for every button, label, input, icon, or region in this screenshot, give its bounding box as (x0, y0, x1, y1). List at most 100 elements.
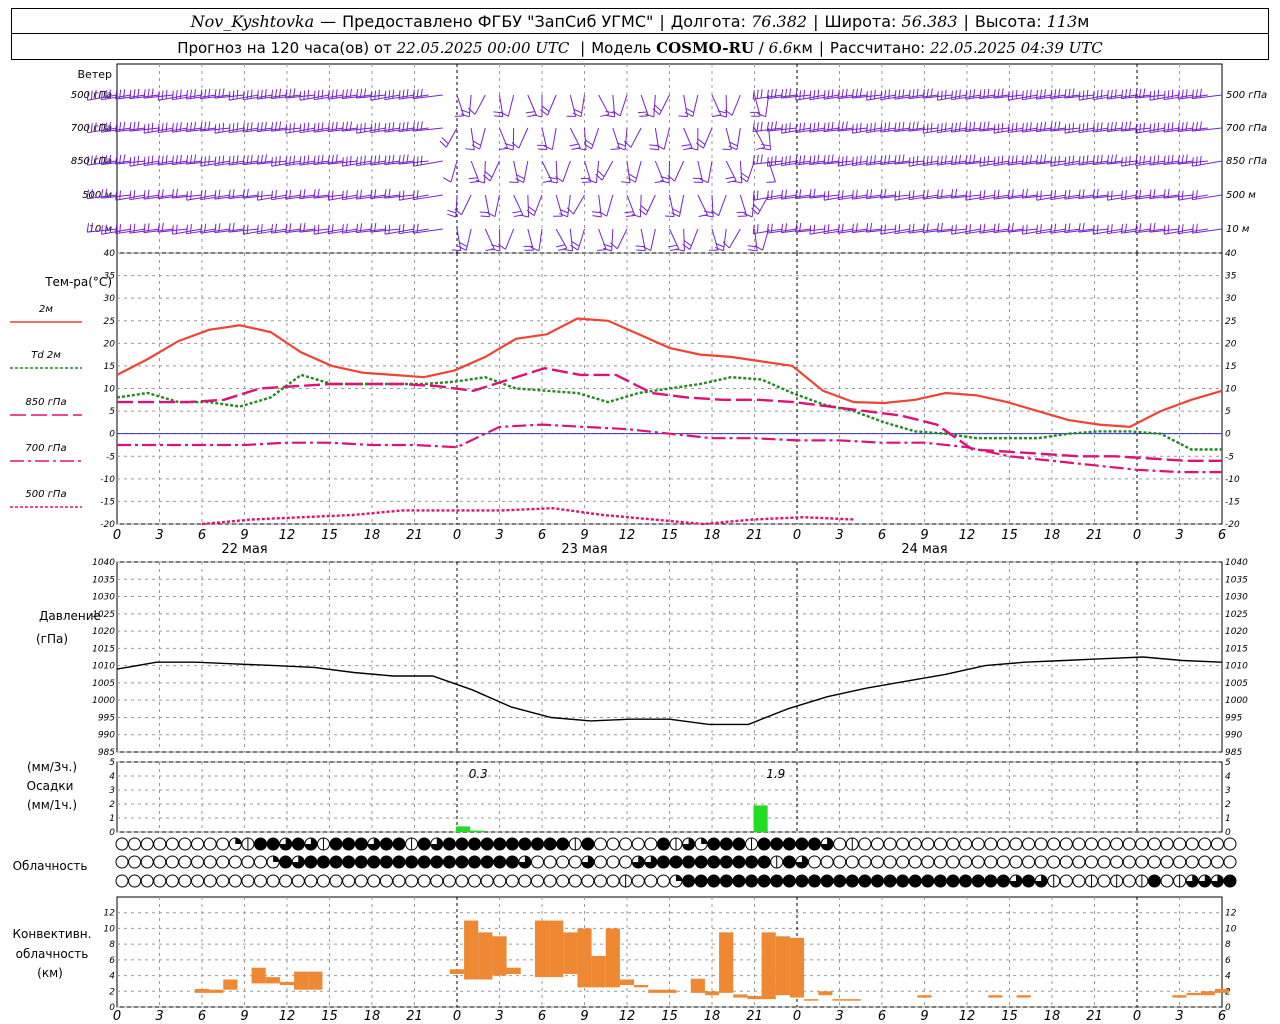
cloud-cover-circle (1160, 837, 1174, 851)
cloud-cover-circle (984, 855, 998, 869)
wind-barb-flag (345, 223, 348, 233)
cloud-cover-circle (128, 874, 142, 888)
convective-bar (1200, 991, 1215, 996)
cloud-cover-circle (870, 874, 884, 888)
cloud-cover-circle (442, 855, 456, 869)
wind-barb-flag (756, 190, 759, 200)
wind-barb-flag (1106, 224, 1109, 234)
cloud-cover-circle (178, 837, 192, 851)
wind-barb-flag (1029, 122, 1032, 132)
wind-barb-flag (1177, 191, 1180, 201)
convective-tick-left: 8 (109, 940, 115, 950)
wind-barb-flag (493, 115, 503, 118)
cloud-cover-circle (1147, 855, 1161, 869)
cloud-cover-circle (820, 855, 834, 869)
wind-barb-flag (817, 89, 820, 99)
cloud-cover-circle (996, 837, 1010, 851)
cloud-cover-circle (707, 874, 721, 888)
precipitation-tick-right: 4 (1225, 772, 1231, 782)
x-tick-label: 18 (364, 528, 381, 543)
convective-bar (733, 994, 748, 998)
cloud-cover-mark (235, 838, 242, 844)
convective-bar (194, 988, 210, 993)
wind-barb-flag (1096, 224, 1099, 234)
wind-barb-flag (1054, 190, 1057, 200)
convective-bar (704, 991, 720, 996)
x-tick-label: 21 (1086, 528, 1103, 543)
wind-barb-shaft (468, 94, 472, 117)
wind-barb-flag (866, 91, 868, 101)
wind-barb-flag (1163, 225, 1166, 235)
cloud-cover-circle (719, 855, 733, 869)
wind-barb-flag (355, 190, 359, 200)
day-label: 22 мая (221, 542, 267, 557)
wind-barb-flag (1121, 190, 1123, 200)
cloud-cover-circle (959, 874, 973, 888)
cloud-cover-circle (468, 837, 482, 851)
cloud-cover-circle (946, 837, 960, 851)
wind-barb-shaft (474, 94, 486, 115)
wind-barb-flag (1153, 155, 1156, 165)
cloud-cover-circle (1198, 837, 1212, 851)
cloud-cover-circle (757, 855, 771, 869)
pressure-unit: (гПа) (35, 632, 69, 646)
wind-barb-flag (898, 224, 901, 234)
wind-barb-flag (739, 176, 748, 183)
convective-bar (1186, 992, 1201, 996)
wind-barb-flag (171, 90, 174, 100)
wind-barb-flag (356, 156, 358, 166)
wind-barb-flag (165, 122, 168, 132)
cloud-cover-circle (115, 855, 129, 869)
wind-barb-flag (851, 190, 854, 200)
wind-barb-flag (242, 90, 245, 100)
wind-barb-flag (841, 190, 844, 200)
cloud-cover-circle (1223, 837, 1237, 851)
wind-barb-flag (784, 189, 788, 199)
wind-barb-flag (374, 155, 377, 165)
cloud-cover-circle (140, 874, 154, 888)
wind-barb-flag (884, 224, 887, 234)
convective-bar (563, 932, 578, 974)
convective-ylabel: Конвективн. (12, 927, 92, 941)
wind-barb-flag (186, 191, 188, 201)
cloud-cover-circle (619, 837, 633, 851)
x-tick-label-bottom: 0 (453, 1009, 461, 1024)
cloud-cover-circle (417, 874, 431, 888)
wind-barb-flag (1191, 224, 1194, 234)
wind-barb-flag (1143, 122, 1145, 132)
wind-barb-flag (260, 89, 263, 99)
cloud-cover-circle (669, 855, 683, 869)
wind-barb-flag (866, 123, 868, 133)
cloud-cover-circle (191, 874, 205, 888)
wind-barb-flag (331, 224, 334, 234)
wind-barb-flag (526, 209, 535, 216)
wind-barb-flag (1064, 124, 1067, 134)
wind-barb-flag (908, 157, 911, 167)
x-tick-label-bottom: 0 (793, 1009, 801, 1024)
wind-barb-flag (1021, 123, 1024, 133)
wind-barb-shaft (619, 94, 628, 117)
cloud-cover-circle (1059, 874, 1073, 888)
wind-barb-flag (752, 122, 755, 132)
wind-barb-flag (392, 122, 395, 132)
wind-barb-flag (246, 224, 249, 234)
x-tick-label-bottom: 12 (959, 1009, 976, 1024)
wind-barb-flag (973, 89, 976, 99)
wind-barb-flag (888, 122, 891, 132)
cloud-cover-circle (115, 837, 129, 851)
precipitation-annotation: 0.3 (469, 767, 488, 781)
wind-barb-flag (236, 155, 239, 165)
wind-barb-flag (133, 223, 136, 233)
wind-barb-flag (865, 156, 869, 166)
wind-barb-flag (1007, 91, 1010, 101)
pressure-tick-right: 1035 (1225, 575, 1248, 585)
cloud-cover-circle (1210, 837, 1224, 851)
pressure-tick-right: 995 (1225, 713, 1242, 723)
wind-barb-flag (468, 177, 478, 180)
cloud-cover-circle (707, 855, 721, 869)
wind-barb-flag (1100, 89, 1103, 99)
wind-barb-flag (458, 245, 467, 251)
wind-barb-flag (774, 155, 777, 165)
cloud-cover-circle (354, 837, 368, 851)
wind-barb-flag (813, 90, 816, 100)
